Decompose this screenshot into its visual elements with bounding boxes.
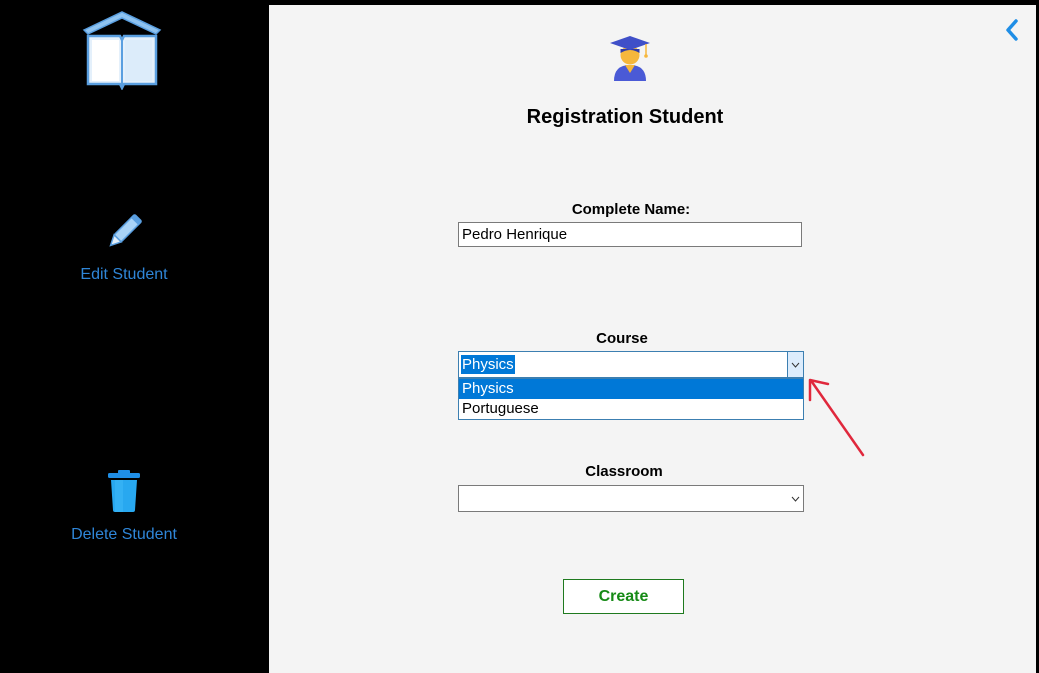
chevron-down-icon[interactable] <box>787 486 803 511</box>
pencil-icon <box>109 214 142 247</box>
course-option-physics[interactable]: Physics <box>459 379 803 399</box>
graduate-student-icon <box>610 36 650 81</box>
classroom-select[interactable] <box>458 485 804 512</box>
registration-panel: Registration Student Complete Name: Cour… <box>269 5 1036 673</box>
annotation-arrow-icon <box>808 378 865 457</box>
sidebar: Edit Student Delete Student <box>0 0 269 673</box>
course-select[interactable]: Physics <box>458 351 804 378</box>
course-option-portuguese[interactable]: Portuguese <box>459 399 803 419</box>
course-dropdown-list: Physics Portuguese <box>458 378 804 420</box>
create-button[interactable]: Create <box>563 579 684 614</box>
book-house-icon <box>82 11 162 90</box>
trash-icon <box>108 470 140 512</box>
classroom-label: Classroom <box>585 463 663 480</box>
complete-name-input[interactable] <box>458 222 802 247</box>
complete-name-label: Complete Name: <box>571 201 691 218</box>
course-select-value: Physics <box>461 355 515 374</box>
sidebar-item-edit-student[interactable]: Edit Student <box>0 212 248 284</box>
sidebar-item-label: Edit Student <box>80 266 168 283</box>
classroom-select-value <box>461 489 463 508</box>
page-title: Registration Student <box>526 106 724 128</box>
chevron-left-icon[interactable] <box>1002 17 1022 43</box>
course-label: Course <box>596 330 648 347</box>
sidebar-item-delete-student[interactable]: Delete Student <box>0 470 248 544</box>
sidebar-item-label: Delete Student <box>71 526 177 543</box>
